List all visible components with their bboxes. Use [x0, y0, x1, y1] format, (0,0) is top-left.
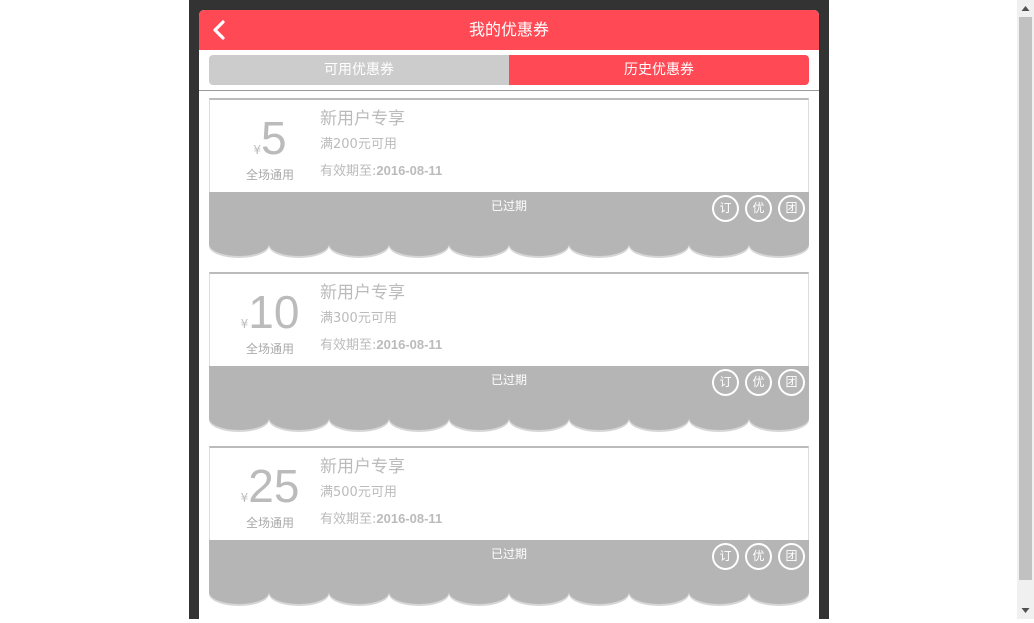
validity-date: 2016-08-11 [376, 337, 443, 352]
coupon-card[interactable]: ¥25 全场通用 新用户专享 满500元可用 有效期至:2016-08-11 已… [209, 446, 809, 612]
badge-group: 订 优 团 [712, 543, 805, 570]
scroll-up-button[interactable] [1017, 0, 1034, 17]
currency-symbol: ¥ [253, 143, 262, 157]
badge-discount-icon: 优 [745, 543, 772, 570]
validity-label: 有效期至: [320, 512, 377, 527]
coupon-info: 新用户专享 满500元可用 有效期至:2016-08-11 [320, 456, 442, 529]
coupon-body: ¥5 全场通用 新用户专享 满200元可用 有效期至:2016-08-11 [209, 98, 809, 193]
scroll-down-button[interactable] [1017, 602, 1034, 619]
coupon-title: 新用户专享 [320, 283, 405, 303]
badge-discount-icon: 优 [745, 195, 772, 222]
coupon-amount-area: ¥10 全场通用 [210, 274, 330, 366]
coupon-scope: 全场通用 [245, 516, 294, 530]
badge-group-buy-icon: 团 [778, 195, 805, 222]
coupon-condition: 满300元可用 [320, 311, 397, 326]
badge-order-icon: 订 [712, 369, 739, 396]
coupon-title: 新用户专享 [320, 457, 405, 477]
coupon-condition: 满200元可用 [320, 137, 397, 152]
divider [199, 90, 819, 91]
coupon-card[interactable]: ¥5 全场通用 新用户专享 满200元可用 有效期至:2016-08-11 已过… [209, 98, 809, 264]
badge-discount-icon: 优 [745, 369, 772, 396]
coupon-amount-area: ¥5 全场通用 [210, 100, 330, 192]
coupon-condition: 满500元可用 [320, 485, 397, 500]
badge-group: 订 优 团 [712, 195, 805, 222]
coupon-validity: 有效期至:2016-08-11 [320, 336, 442, 355]
badge-group-buy-icon: 团 [778, 369, 805, 396]
validity-date: 2016-08-11 [376, 511, 443, 526]
coupon-info: 新用户专享 满300元可用 有效期至:2016-08-11 [320, 282, 442, 355]
coupon-tabs: 可用优惠券 历史优惠券 [209, 55, 809, 85]
coupon-amount: 5 [261, 112, 287, 164]
coupon-amount: 25 [248, 460, 300, 512]
amount-row: ¥10 [210, 284, 330, 340]
badge-group: 订 优 团 [712, 369, 805, 396]
coupon-body: ¥10 全场通用 新用户专享 满300元可用 有效期至:2016-08-11 [209, 272, 809, 367]
triangle-up-icon [1021, 6, 1030, 11]
validity-date: 2016-08-11 [376, 163, 443, 178]
coupon-amount-area: ¥25 全场通用 [210, 448, 330, 540]
coupon-scope: 全场通用 [245, 168, 294, 182]
tab-available-coupons[interactable]: 可用优惠券 [209, 55, 509, 85]
coupon-info: 新用户专享 满200元可用 有效期至:2016-08-11 [320, 108, 442, 181]
validity-label: 有效期至: [320, 338, 377, 353]
coupon-card[interactable]: ¥10 全场通用 新用户专享 满300元可用 有效期至:2016-08-11 已… [209, 272, 809, 438]
coupon-status-bar: 已过期 订 优 团 [209, 540, 809, 612]
coupon-validity: 有效期至:2016-08-11 [320, 162, 442, 181]
coupon-validity: 有效期至:2016-08-11 [320, 510, 442, 529]
page-title: 我的优惠券 [468, 20, 549, 39]
badge-group-buy-icon: 团 [778, 543, 805, 570]
validity-label: 有效期至: [320, 164, 377, 179]
coupon-amount: 10 [248, 286, 300, 338]
amount-row: ¥5 [210, 110, 330, 166]
badge-order-icon: 订 [712, 195, 739, 222]
coupon-body: ¥25 全场通用 新用户专享 满500元可用 有效期至:2016-08-11 [209, 446, 809, 541]
badge-order-icon: 订 [712, 543, 739, 570]
coupon-status-bar: 已过期 订 优 团 [209, 192, 809, 264]
coupon-list: ¥5 全场通用 新用户专享 满200元可用 有效期至:2016-08-11 已过… [209, 98, 809, 619]
page-scrollbar[interactable] [1017, 0, 1034, 619]
coupon-title: 新用户专享 [320, 109, 405, 129]
coupon-status-bar: 已过期 订 优 团 [209, 366, 809, 438]
scrollbar-thumb[interactable] [1019, 17, 1032, 580]
coupon-scope: 全场通用 [245, 342, 294, 356]
triangle-down-icon [1021, 608, 1030, 613]
app-header: 我的优惠券 [199, 10, 819, 50]
amount-row: ¥25 [210, 458, 330, 514]
app-screen: 我的优惠券 可用优惠券 历史优惠券 ¥5 全场通用 新用户专享 满200元可用 … [199, 10, 819, 619]
tab-history-coupons[interactable]: 历史优惠券 [509, 55, 809, 85]
